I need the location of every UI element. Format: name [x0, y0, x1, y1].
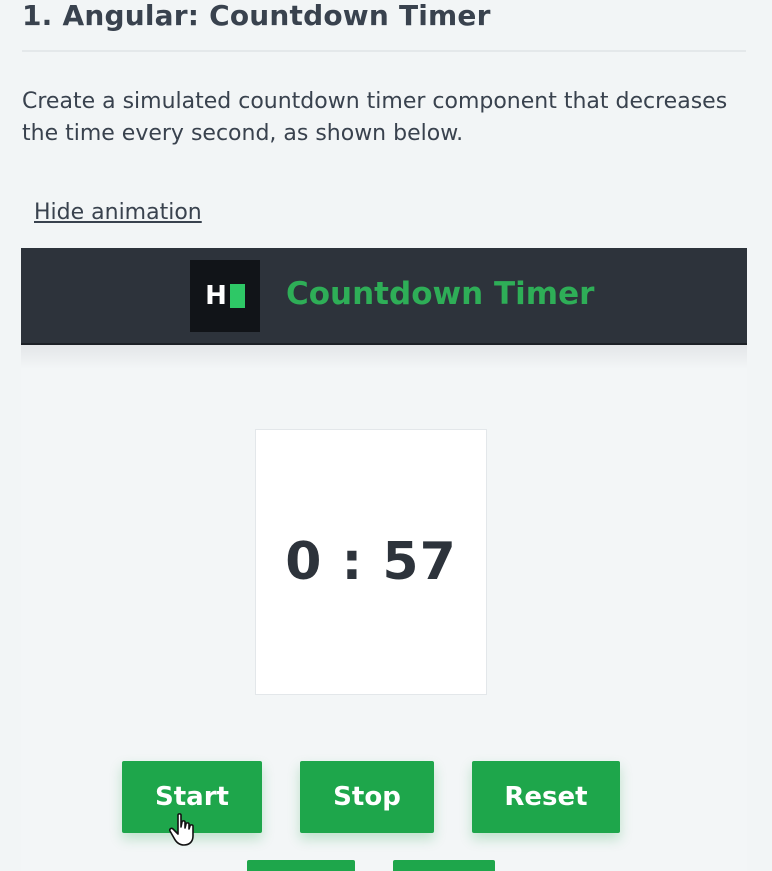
- problem-heading: 1. Angular: Countdown Timer: [22, 0, 746, 52]
- reset-button[interactable]: Reset: [472, 761, 620, 833]
- hide-animation-link[interactable]: Hide animation: [34, 200, 202, 225]
- timer-card: 0 : 57: [255, 429, 487, 695]
- app-title: Countdown Timer: [286, 276, 595, 312]
- logo-letter: H: [205, 281, 227, 311]
- problem-description: Create a simulated countdown timer compo…: [22, 89, 728, 146]
- timer-display: 0 : 57: [285, 532, 457, 592]
- animation-demo: H Countdown Timer 0 : 57 Start Stop Rese…: [21, 248, 747, 871]
- header-shadow: [21, 345, 747, 369]
- hand-pointer-icon: [169, 813, 194, 846]
- hackerrank-logo-icon: H: [190, 260, 260, 332]
- problem-title: 1. Angular: Countdown Timer: [22, 0, 491, 32]
- partial-button-left[interactable]: [247, 860, 355, 871]
- demo-app-header: H Countdown Timer: [21, 248, 747, 345]
- logo-block: [229, 284, 245, 308]
- partial-button-right[interactable]: [393, 860, 495, 871]
- stop-button[interactable]: Stop: [300, 761, 434, 833]
